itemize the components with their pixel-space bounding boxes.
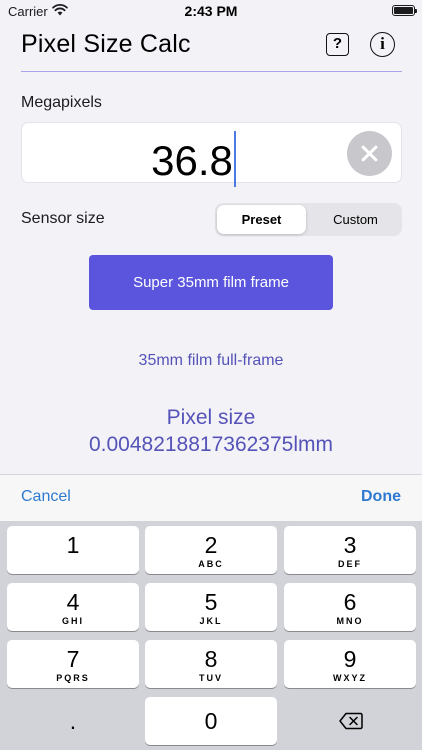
- key-0[interactable]: 0: [145, 697, 277, 745]
- number-pad: 1 2 ABC 3 DEF 4 GHI 5 JKL 6 MNO 7 PQRS 8…: [0, 521, 422, 750]
- pixel-size-title: Pixel size: [166, 406, 256, 429]
- status-bar: Carrier 2:43 PM: [0, 0, 422, 22]
- key-digit: 9: [343, 646, 357, 672]
- megapixels-field[interactable]: 36.8: [21, 122, 402, 187]
- megapixels-label: Megapixels: [21, 94, 102, 111]
- key-letters: DEF: [338, 559, 362, 569]
- key-7[interactable]: 7 PQRS: [7, 640, 139, 688]
- info-circle-icon: i: [380, 34, 385, 53]
- sensor-size-segmented-control[interactable]: Preset Custom: [215, 203, 402, 236]
- sensor-size-label: Sensor size: [21, 210, 105, 227]
- key-letters: GHI: [61, 616, 84, 626]
- megapixels-value: 36.8: [151, 137, 233, 184]
- pixel-size-value: 0.0048218817362375lmm: [88, 433, 334, 456]
- key-2[interactable]: 2 ABC: [145, 526, 277, 574]
- key-8[interactable]: 8 TUV: [145, 640, 277, 688]
- key-9[interactable]: 9 WXYZ: [284, 640, 416, 688]
- help-button[interactable]: ?: [326, 33, 349, 56]
- backspace-key[interactable]: [284, 697, 416, 745]
- info-button[interactable]: i: [370, 32, 395, 57]
- key-letters: JKL: [199, 616, 223, 626]
- key-digit: 0: [204, 708, 218, 734]
- megapixels-value-row[interactable]: 36.8: [22, 131, 365, 187]
- key-letters: WXYZ: [333, 673, 367, 683]
- text-cursor: [233, 131, 236, 187]
- page-title: Pixel Size Calc: [21, 30, 191, 58]
- segment-custom[interactable]: Custom: [311, 205, 400, 234]
- key-digit: 5: [204, 589, 218, 615]
- segment-preset[interactable]: Preset: [217, 205, 306, 234]
- key-digit: 6: [343, 589, 357, 615]
- key-letters: PQRS: [56, 673, 90, 683]
- question-box-icon: ?: [332, 35, 343, 52]
- keyboard-accessory-bar: Cancel Done: [0, 474, 422, 521]
- cancel-button[interactable]: Cancel: [21, 488, 71, 506]
- key-6[interactable]: 6 MNO: [284, 583, 416, 631]
- key-letters: TUV: [199, 673, 223, 683]
- key-digit: 8: [204, 646, 218, 672]
- key-1[interactable]: 1: [7, 526, 139, 574]
- key-decimal-label: .: [69, 708, 77, 734]
- key-digit: 3: [343, 532, 357, 558]
- key-digit: 7: [66, 646, 80, 672]
- nav-divider: [21, 71, 402, 72]
- key-letters: MNO: [336, 616, 364, 626]
- status-time: 2:43 PM: [184, 3, 238, 19]
- key-decimal[interactable]: .: [7, 697, 139, 745]
- battery-full-icon: [392, 5, 417, 16]
- clear-circle-icon[interactable]: [347, 131, 392, 176]
- key-3[interactable]: 3 DEF: [284, 526, 416, 574]
- key-digit: 2: [204, 532, 218, 558]
- key-5[interactable]: 5 JKL: [145, 583, 277, 631]
- backspace-icon: [339, 712, 363, 730]
- preset-select-button[interactable]: Super 35mm film frame: [89, 255, 333, 310]
- done-button[interactable]: Done: [361, 488, 401, 506]
- key-digit: 4: [66, 589, 80, 615]
- key-digit: 1: [66, 532, 80, 558]
- key-4[interactable]: 4 GHI: [7, 583, 139, 631]
- preset-description: 35mm film full-frame: [138, 352, 284, 369]
- key-letters: ABC: [198, 559, 224, 569]
